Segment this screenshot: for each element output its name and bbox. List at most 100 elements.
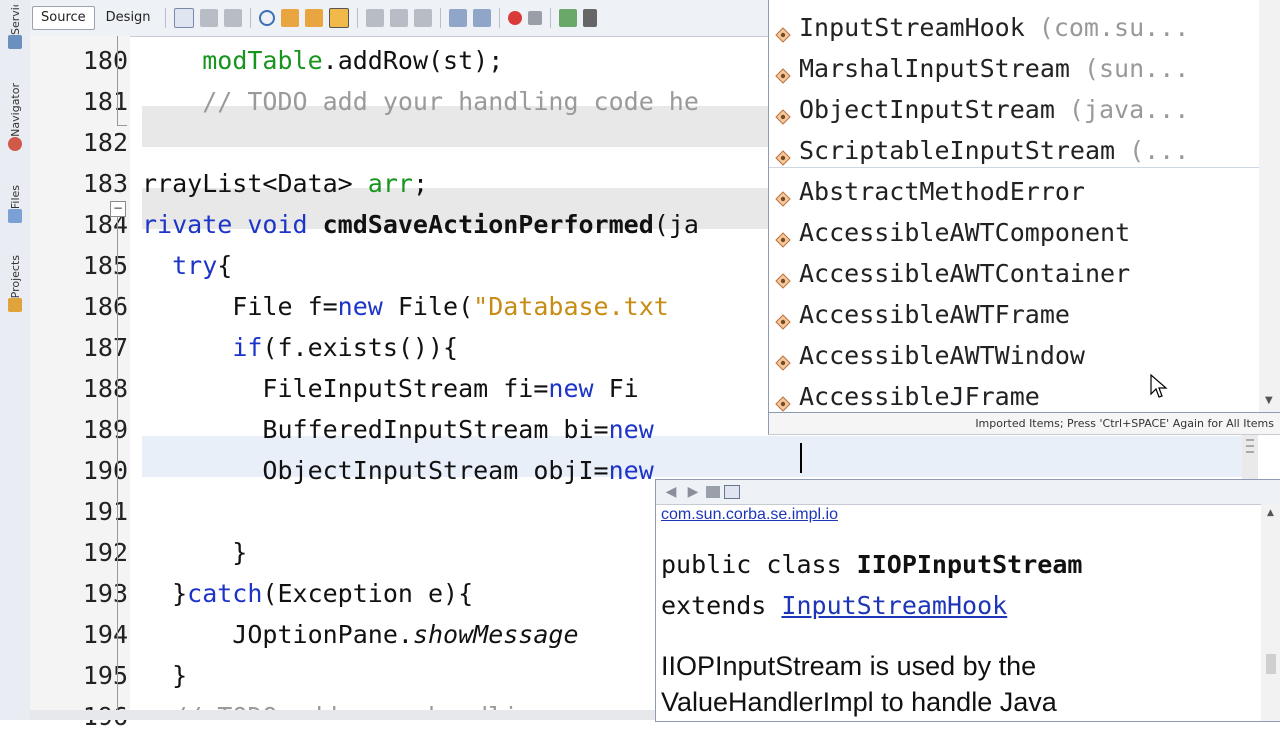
- doc-source-icon[interactable]: [706, 486, 720, 498]
- code-token: Fi: [593, 374, 639, 403]
- next-bookmark-icon[interactable]: [389, 9, 408, 27]
- completion-item-package: (com.su...: [1038, 13, 1190, 42]
- last-edit-icon[interactable]: [173, 8, 194, 28]
- javadoc-extends: extends InputStreamHook: [661, 591, 1007, 620]
- line-number: 183: [82, 169, 128, 198]
- completion-item-name: AccessibleAWTComponent: [799, 218, 1131, 247]
- forward-icon[interactable]: [223, 9, 242, 27]
- toolbar-separator: [549, 8, 551, 28]
- code-token: }: [142, 661, 188, 690]
- class-icon: [775, 184, 791, 207]
- find-next-icon[interactable]: [304, 9, 323, 27]
- line-number: 182: [82, 128, 128, 157]
- line-number: 187: [82, 333, 128, 362]
- code-token: (Exception e){: [262, 579, 474, 608]
- line-number: 186: [82, 292, 128, 321]
- find-previous-icon[interactable]: [280, 9, 299, 27]
- doc-back-icon[interactable]: ◀: [662, 484, 680, 500]
- services-tab-label: Services: [8, 5, 22, 35]
- navigator-icon: [8, 136, 22, 151]
- doc-open-browser-icon[interactable]: [724, 485, 740, 499]
- mouse-pointer-icon: [1150, 374, 1168, 398]
- completion-item[interactable]: AccessibleAWTContainer: [769, 253, 1259, 294]
- code-token: rivate: [142, 210, 248, 239]
- services-tab[interactable]: Services: [2, 2, 28, 49]
- line-number: 192: [82, 538, 128, 567]
- back-icon[interactable]: [199, 9, 218, 27]
- javadoc-description: IIOPInputStream is used by the ValueHand…: [661, 651, 1057, 717]
- code-line: if(f.exists()){: [142, 327, 458, 368]
- code-token: BufferedInputStream bi=: [142, 415, 609, 444]
- class-icon: [775, 389, 791, 412]
- projects-tab[interactable]: Projects: [2, 252, 28, 313]
- completion-item[interactable]: AccessibleAWTFrame: [769, 294, 1259, 335]
- toolbar-separator: [498, 8, 500, 28]
- javadoc-scrollbar[interactable]: ▲: [1261, 504, 1280, 721]
- services-icon: [8, 35, 22, 49]
- line-number: 190: [82, 456, 128, 485]
- toggle-highlight-icon[interactable]: [328, 8, 349, 28]
- source-tab-button[interactable]: Source: [32, 6, 95, 30]
- start-macro-icon[interactable]: [507, 11, 522, 25]
- decl-class-name: IIOPInputStream: [856, 550, 1083, 579]
- shift-left-icon[interactable]: [448, 9, 467, 27]
- code-token: new: [608, 456, 654, 485]
- code-line: rivate void cmdSaveActionPerformed(ja: [142, 204, 699, 245]
- completion-item-name: AccessibleAWTFrame: [799, 300, 1070, 329]
- line-number: 195: [82, 661, 128, 690]
- completion-item-package: (sun...: [1083, 54, 1190, 83]
- javadoc-declaration: public class IIOPInputStream: [661, 550, 1082, 579]
- code-token: ;: [412, 169, 428, 198]
- code-token: arr: [367, 169, 413, 198]
- class-icon: [775, 102, 791, 125]
- completion-item[interactable]: ObjectInputStream (java...: [769, 89, 1259, 130]
- side-tool-strip: Services Navigator Files Projects: [0, 0, 31, 720]
- completion-item-name: AbstractMethodError: [799, 177, 1085, 206]
- extends-link[interactable]: InputStreamHook: [781, 591, 1007, 620]
- completion-item[interactable]: ScriptableInputStream (...: [769, 130, 1259, 171]
- design-tab-button[interactable]: Design: [97, 6, 160, 30]
- line-number: 185: [82, 251, 128, 280]
- files-tab[interactable]: Files: [2, 182, 28, 224]
- shift-right-icon[interactable]: [472, 9, 491, 27]
- completion-scrollbar[interactable]: ▼: [1259, 0, 1280, 412]
- completion-item[interactable]: AbstractMethodError: [769, 171, 1259, 212]
- code-token: {: [217, 251, 233, 280]
- code-line: BufferedInputStream bi=new: [142, 409, 653, 450]
- toggle-bookmark-icon[interactable]: [413, 9, 432, 27]
- navigator-tab[interactable]: Navigator: [2, 80, 28, 151]
- completion-item-package: (java...: [1068, 95, 1190, 124]
- class-icon: [775, 61, 791, 84]
- doc-forward-icon[interactable]: ▶: [684, 484, 702, 500]
- navigator-tab-label: Navigator: [8, 83, 22, 137]
- completion-item[interactable]: AccessibleAWTComponent: [769, 212, 1259, 253]
- fold-end-tick: [117, 125, 127, 126]
- completion-item[interactable]: MarshalInputStream (sun...: [769, 48, 1259, 89]
- code-line: }: [142, 532, 247, 573]
- stop-macro-icon[interactable]: [527, 11, 542, 25]
- code-token: rrayList<Data>: [142, 169, 368, 198]
- code-token: }: [142, 538, 248, 567]
- previous-bookmark-icon[interactable]: [365, 9, 384, 27]
- class-icon: [775, 225, 791, 248]
- toolbar-separator: [164, 8, 166, 28]
- javadoc-package-link[interactable]: com.sun.corba.se.impl.io: [661, 506, 838, 524]
- code-token: (ja: [653, 210, 699, 239]
- fold-collapse-icon[interactable]: −: [110, 201, 126, 217]
- horizontal-scrollbar[interactable]: [30, 710, 655, 720]
- comment-icon[interactable]: [558, 9, 577, 27]
- code-line: FileInputStream fi=new Fi: [142, 368, 639, 409]
- scroll-down-icon[interactable]: ▼: [1265, 395, 1273, 406]
- line-number-gutter: 180 181 182 183 184 185 186 187 188 189 190 191 192 1…: [30, 36, 130, 731]
- completion-item[interactable]: AccessibleJFrame: [769, 376, 1259, 412]
- completion-item[interactable]: InputStreamHook (com.su...: [769, 7, 1259, 48]
- class-icon: [775, 266, 791, 289]
- completion-item[interactable]: AccessibleAWTWindow: [769, 335, 1259, 376]
- uncomment-icon[interactable]: [582, 9, 597, 27]
- completion-item-name: AccessibleJFrame: [799, 382, 1040, 411]
- find-selection-icon[interactable]: [258, 10, 275, 26]
- code-token: File f=: [142, 292, 338, 321]
